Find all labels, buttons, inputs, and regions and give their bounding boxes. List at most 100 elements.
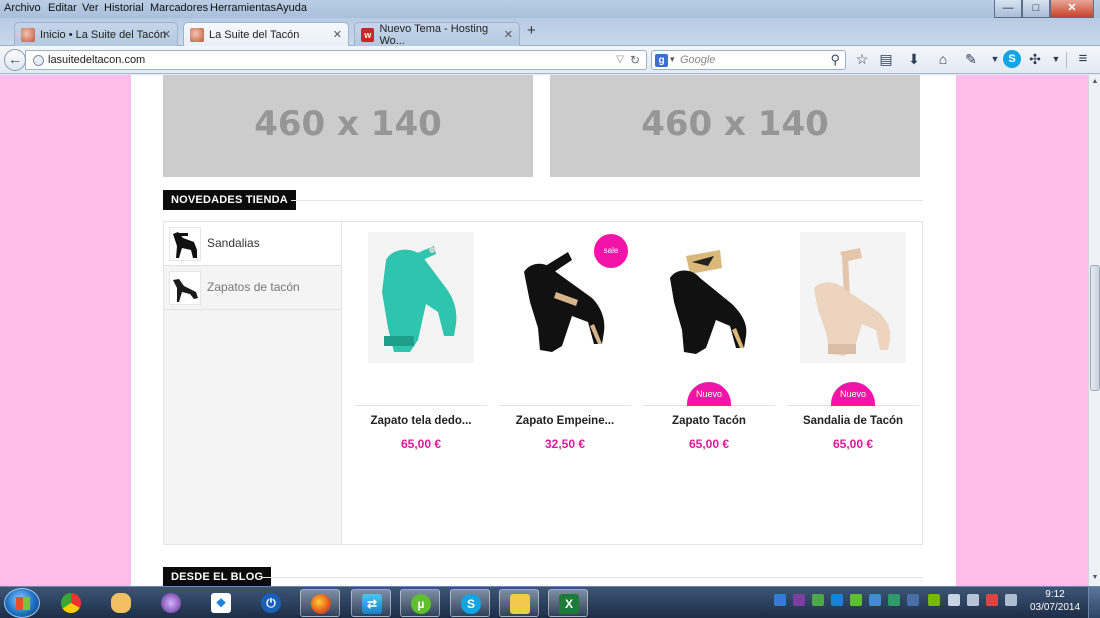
bookmark-star-icon[interactable]: ☆ [853, 50, 871, 68]
tab-label: Nuevo Tema - Hosting Wo... [379, 22, 489, 47]
tray-app-icon[interactable] [1005, 594, 1017, 606]
category-item-sandalias[interactable]: Sandalias [164, 222, 341, 266]
taskbar-explorer[interactable] [499, 589, 539, 617]
taskbar-media[interactable] [151, 589, 191, 617]
taskbar-ftp[interactable]: ⇄ [351, 589, 391, 617]
shop-box: Sandalias Zapatos de tacón Zapato tela d… [163, 221, 923, 545]
start-button[interactable] [4, 588, 40, 618]
engine-dropdown-icon[interactable]: ▾ [670, 54, 675, 65]
home-icon[interactable]: ⌂ [934, 50, 952, 68]
tray-utorrent-icon[interactable] [850, 594, 862, 606]
menu-ver[interactable]: Ver [82, 2, 99, 14]
taskbar-firefox[interactable] [300, 589, 340, 617]
dropdown-arrow-icon[interactable]: ▼ [986, 50, 1004, 68]
scroll-thumb[interactable] [1090, 265, 1100, 391]
tray-onenote-icon[interactable] [793, 594, 805, 606]
bookmarks-list-icon[interactable]: ▤ [877, 50, 895, 68]
addon-icon[interactable]: ✣ [1026, 50, 1044, 68]
menu-bar: Archivo Editar Ver Historial Marcadores … [0, 0, 1100, 18]
excel-icon: X [559, 594, 579, 614]
product-name[interactable]: Zapato Empeine... [499, 415, 631, 427]
banner-placeholder[interactable]: 460 x 140 [163, 75, 533, 177]
scroll-up-icon[interactable]: ▲ [1090, 77, 1100, 87]
tray-alert-icon[interactable] [986, 594, 998, 606]
dropbox-icon: ❖ [211, 593, 231, 613]
eyedropper-icon[interactable]: ✎ [962, 50, 980, 68]
tray-volume-icon[interactable] [967, 594, 979, 606]
maximize-icon[interactable]: □ [1022, 0, 1050, 18]
url-text: lasuitedeltacon.com [48, 54, 146, 66]
taskbar-dropbox[interactable]: ❖ [201, 589, 241, 617]
vertical-scrollbar[interactable]: ▲ ▼ [1088, 75, 1100, 586]
banner-placeholder[interactable]: 460 x 140 [550, 75, 920, 177]
section-title-novedades: NOVEDADES TIENDA [163, 190, 296, 210]
menu-editar[interactable]: Editar [48, 2, 77, 14]
tray-app-icon[interactable] [888, 594, 900, 606]
utorrent-icon: µ [411, 594, 431, 614]
show-desktop-button[interactable] [1088, 587, 1100, 618]
category-panel: Sandalias Zapatos de tacón [164, 222, 342, 544]
back-button[interactable]: ← [4, 49, 26, 71]
firefox-icon [311, 594, 331, 614]
skype-icon[interactable]: S [1003, 50, 1021, 68]
taskbar-utorrent[interactable]: µ [400, 589, 440, 617]
product-image[interactable] [656, 232, 762, 363]
url-bar[interactable]: lasuitedeltacon.com ▽ ↻ [25, 50, 647, 70]
tray-dropbox-icon[interactable] [831, 594, 843, 606]
tray-app-icon[interactable] [907, 594, 919, 606]
close-tab-icon[interactable]: ✕ [504, 28, 513, 41]
tray-sync-icon[interactable] [812, 594, 824, 606]
menu-herramientas[interactable]: Herramientas [210, 2, 276, 14]
tab-la-suite[interactable]: La Suite del Tacón ✕ [183, 22, 349, 46]
tray-signal-icon[interactable] [948, 594, 960, 606]
ftp-transfer-icon: ⇄ [362, 594, 382, 614]
menu-ayuda[interactable]: Ayuda [276, 2, 307, 14]
google-engine-icon[interactable]: g [655, 54, 668, 67]
tab-nuevo-tema[interactable]: w Nuevo Tema - Hosting Wo... ✕ [354, 22, 520, 47]
url-dropdown-icon[interactable]: ▽ [616, 54, 624, 65]
taskbar-chrome[interactable] [51, 589, 91, 617]
hamburger-menu-icon[interactable]: ≡ [1074, 50, 1092, 68]
reload-icon[interactable]: ↻ [630, 53, 640, 67]
taskbar-excel[interactable]: X [548, 589, 588, 617]
taskbar-power[interactable]: ⏻ [251, 589, 291, 617]
hosting-favicon-icon: w [361, 27, 375, 42]
tray-bluetooth-icon[interactable] [774, 594, 786, 606]
globe-icon [33, 55, 44, 66]
minimize-icon[interactable]: — [994, 0, 1022, 18]
taskbar-paint[interactable] [101, 589, 141, 617]
menu-historial[interactable]: Historial [104, 2, 144, 14]
close-tab-icon[interactable]: ✕ [333, 28, 342, 41]
menu-marcadores[interactable]: Marcadores [150, 2, 208, 14]
product-image[interactable] [368, 232, 474, 363]
product-price: 65,00 € [832, 437, 874, 451]
product-card[interactable]: Zapato Tacón 65,00 € Nuevo [643, 222, 775, 544]
product-card[interactable]: Zapato Empeine... 32,50 € [499, 222, 631, 544]
product-card[interactable]: Sandalia de Tacón 65,00 € Nuevo [787, 222, 919, 544]
product-image[interactable] [800, 232, 906, 363]
search-bar[interactable]: g ▾ Google ⚲ [651, 50, 846, 70]
dropdown-arrow-icon[interactable]: ▼ [1047, 50, 1065, 68]
product-card[interactable]: Zapato tela dedo... 65,00 € [355, 222, 487, 544]
close-window-icon[interactable]: ✕ [1050, 0, 1094, 18]
search-icon[interactable]: ⚲ [830, 52, 840, 68]
window-controls: — □ ✕ [994, 0, 1094, 18]
product-name[interactable]: Zapato Tacón [643, 415, 775, 427]
product-name[interactable]: Zapato tela dedo... [355, 415, 487, 427]
category-label: Zapatos de tacón [207, 280, 300, 294]
tab-bar: Inicio • La Suite del Tacón ✕ La Suite d… [0, 18, 1100, 47]
close-tab-icon[interactable]: ✕ [162, 28, 171, 41]
tray-network-icon[interactable] [869, 594, 881, 606]
scroll-down-icon[interactable]: ▼ [1090, 573, 1100, 583]
menu-archivo[interactable]: Archivo [4, 2, 41, 14]
taskbar-clock[interactable]: 9:12 03/07/2014 [1028, 588, 1082, 614]
new-tab-icon[interactable]: + [527, 22, 536, 39]
taskbar-skype[interactable]: S [450, 589, 490, 617]
product-name[interactable]: Sandalia de Tacón [787, 415, 919, 427]
tab-inicio[interactable]: Inicio • La Suite del Tacón ✕ [14, 22, 178, 46]
download-icon[interactable]: ⬇ [905, 50, 923, 68]
tab-label: La Suite del Tacón [209, 28, 300, 41]
tray-nvidia-icon[interactable] [928, 594, 940, 606]
category-item-zapatos-de-tacon[interactable]: Zapatos de tacón [164, 266, 341, 310]
category-thumbnail [169, 227, 201, 261]
